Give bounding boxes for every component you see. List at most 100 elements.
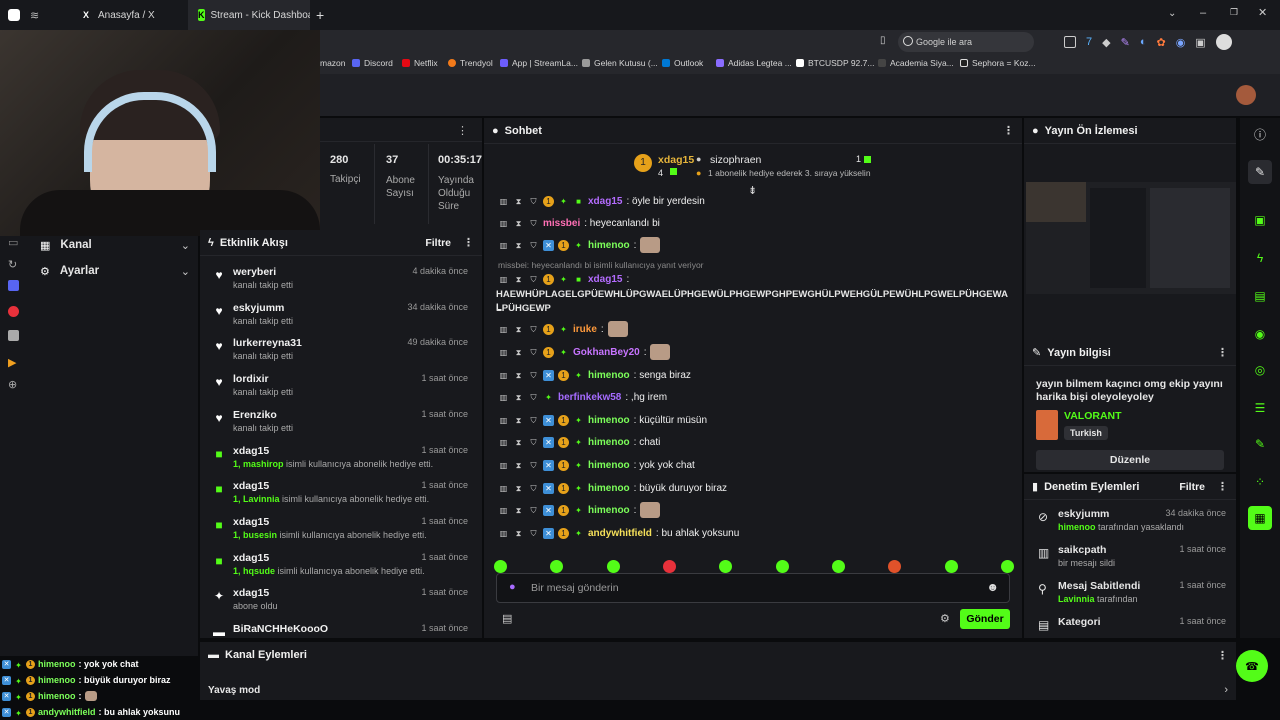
more-icon[interactable]: ⋮: [1003, 124, 1014, 137]
extension-icon[interactable]: 7: [1086, 36, 1092, 48]
timeout-icon[interactable]: ⧗: [513, 218, 524, 229]
ban-icon[interactable]: ⛉: [528, 437, 539, 448]
event-username[interactable]: lordixir: [233, 373, 269, 385]
timeout-icon[interactable]: ⧗: [513, 324, 524, 335]
sync-icon[interactable]: ↻: [8, 258, 17, 271]
chat-username[interactable]: GokhanBey20: [573, 347, 640, 358]
ban-icon[interactable]: ⛉: [528, 528, 539, 539]
chat-username[interactable]: himenoo: [588, 437, 630, 448]
list-icon[interactable]: ☰: [1248, 396, 1272, 420]
chat-message[interactable]: ▥ ⧗ ⛉ 1 ✦ iruke:: [498, 320, 1008, 338]
edit-button[interactable]: Düzenle: [1036, 450, 1224, 470]
clapper-icon[interactable]: ▦: [1248, 506, 1272, 530]
chat-message[interactable]: ▥ ⧗ ⛉ ✕ 1 ✦ himenoo:: [498, 236, 1008, 254]
minimize-icon[interactable]: –: [1200, 7, 1206, 19]
timeout-icon[interactable]: ⧗: [513, 370, 524, 381]
calendar-icon[interactable]: [1064, 36, 1076, 48]
event-username[interactable]: xdag15: [233, 480, 269, 492]
emote-icon[interactable]: [662, 560, 676, 573]
vivaldi-social-icon[interactable]: [8, 306, 19, 317]
browser-menu[interactable]: ≋: [0, 9, 70, 22]
ban-icon[interactable]: ⛉: [528, 483, 539, 494]
trash-icon[interactable]: ▥: [498, 274, 509, 285]
chat-username[interactable]: himenoo: [588, 483, 630, 494]
bookmark-item[interactable]: Outlook: [662, 58, 703, 68]
chat-message[interactable]: ▥ ⧗ ⛉ ✕ 1 ✦ himenoo:: [498, 501, 1008, 519]
trash-icon[interactable]: ▥: [498, 324, 509, 335]
chat-message[interactable]: ▥ ⧗ ⛉ ✕ 1 ✦ andywhitfield: bu ahlak yoksunu: [498, 524, 1008, 542]
event-username[interactable]: weryberi: [233, 266, 276, 278]
emote-icon[interactable]: [944, 560, 958, 573]
bookmark-item[interactable]: App | StreamLa...: [500, 58, 578, 68]
timeout-icon[interactable]: ⧗: [513, 274, 524, 285]
extension-icon[interactable]: ◐: [1140, 36, 1147, 48]
moderation-user[interactable]: saikcpath: [1058, 544, 1106, 556]
tab-x[interactable]: X Anasayfa / X: [70, 0, 188, 30]
timeout-icon[interactable]: ⧗: [513, 347, 524, 358]
trash-icon[interactable]: ▥: [498, 460, 509, 471]
add-panel-icon[interactable]: ⊕: [8, 378, 17, 391]
timeout-icon[interactable]: ⧗: [513, 528, 524, 539]
trash-icon[interactable]: ▥: [498, 347, 509, 358]
game-name[interactable]: VALORANT: [1064, 410, 1122, 422]
layout-icon[interactable]: ⁘: [1248, 470, 1272, 494]
bookmark-item[interactable]: Adidas Legtea ...: [716, 58, 792, 68]
trash-icon[interactable]: ▥: [498, 392, 509, 403]
trash-icon[interactable]: ▥: [498, 370, 509, 381]
event-username[interactable]: eskyjumm: [233, 302, 284, 314]
moderation-user[interactable]: eskyjumm: [1058, 508, 1109, 520]
trash-icon[interactable]: ▥: [498, 483, 509, 494]
clip-icon[interactable]: ▣: [1248, 208, 1272, 232]
slow-mode-row[interactable]: Yavaş mod ›: [208, 682, 1228, 698]
bookmark-item[interactable]: BTCUSDP 92.7...: [796, 58, 874, 68]
timeout-icon[interactable]: ⧗: [513, 483, 524, 494]
timeout-icon[interactable]: ⧗: [513, 196, 524, 207]
chat-message[interactable]: ▥ ⧗ ⛉ ✦ berfinkekw58: ,hg irem: [498, 388, 1008, 406]
ban-icon[interactable]: ⛉: [528, 370, 539, 381]
extension-icon[interactable]: ◆: [1102, 36, 1110, 49]
timeout-icon[interactable]: ⧗: [513, 240, 524, 251]
trash-icon[interactable]: ▥: [498, 505, 509, 516]
maximize-icon[interactable]: ❐: [1230, 7, 1238, 18]
timeout-icon[interactable]: ⧗: [513, 415, 524, 426]
trash-icon[interactable]: ▥: [498, 218, 509, 229]
event-username[interactable]: xdag15: [233, 516, 269, 528]
chat-message[interactable]: ▥ ⧗ ⛉ ✕ 1 ✦ himenoo: senga biraz: [498, 366, 1008, 384]
ban-icon[interactable]: ⛉: [528, 505, 539, 516]
chat-message[interactable]: ▥ ⧗ ⛉ missbei: heyecanlandı bi: [498, 214, 1008, 232]
emote-icon[interactable]: [550, 560, 564, 573]
extension-icon[interactable]: ✎: [1121, 36, 1130, 49]
ban-icon[interactable]: ⛉: [528, 274, 539, 285]
chat-message[interactable]: ▥ ⧗ ⛉ ✕ 1 ✦ himenoo: yok yok chat: [498, 456, 1008, 474]
event-username[interactable]: xdag15: [233, 552, 269, 564]
document-icon[interactable]: ▤: [1248, 284, 1272, 308]
chat-username[interactable]: xdag15: [588, 274, 622, 285]
bookmark-item[interactable]: Trendyol: [448, 58, 493, 68]
timeout-icon[interactable]: ⧗: [513, 437, 524, 448]
emote-icon[interactable]: [1000, 560, 1014, 573]
wiki-icon[interactable]: [8, 330, 19, 341]
wrench-icon[interactable]: ✎: [1248, 432, 1272, 456]
stack-icon[interactable]: ≋: [30, 9, 39, 22]
filter-button[interactable]: Filtre: [425, 237, 451, 249]
chat-icon[interactable]: ◉: [1248, 322, 1272, 346]
chat-message[interactable]: ▥ ⧗ ⛉ 1 ✦ ■ xdag15:: [498, 270, 1008, 288]
play-icon[interactable]: ▶: [8, 356, 16, 369]
more-icon[interactable]: ⋮: [1217, 346, 1228, 359]
new-tab-button[interactable]: +: [316, 7, 324, 23]
event-username[interactable]: xdag15: [233, 587, 269, 599]
filter-button[interactable]: Filtre: [1179, 481, 1205, 493]
search-input[interactable]: Google ile ara: [898, 32, 1034, 52]
bookmark-item[interactable]: Discord: [352, 58, 393, 68]
preview-video[interactable]: [1026, 182, 1236, 294]
gear-icon[interactable]: ⚙: [940, 612, 950, 625]
ban-icon[interactable]: ⛉: [528, 324, 539, 335]
extension-icon[interactable]: ✿: [1156, 36, 1165, 49]
chat-message[interactable]: ▥ ⧗ ⛉ ✕ 1 ✦ himenoo: büyük duruyor biraz: [498, 479, 1008, 497]
trash-icon[interactable]: ▥: [498, 437, 509, 448]
trash-icon[interactable]: ▥: [498, 240, 509, 251]
ban-icon[interactable]: ⛉: [528, 392, 539, 403]
chat-username[interactable]: himenoo: [588, 415, 630, 426]
chat-message[interactable]: ▥ ⧗ ⛉ ✕ 1 ✦ himenoo: küçültür müsün: [498, 411, 1008, 429]
emote-icon[interactable]: [494, 560, 507, 573]
